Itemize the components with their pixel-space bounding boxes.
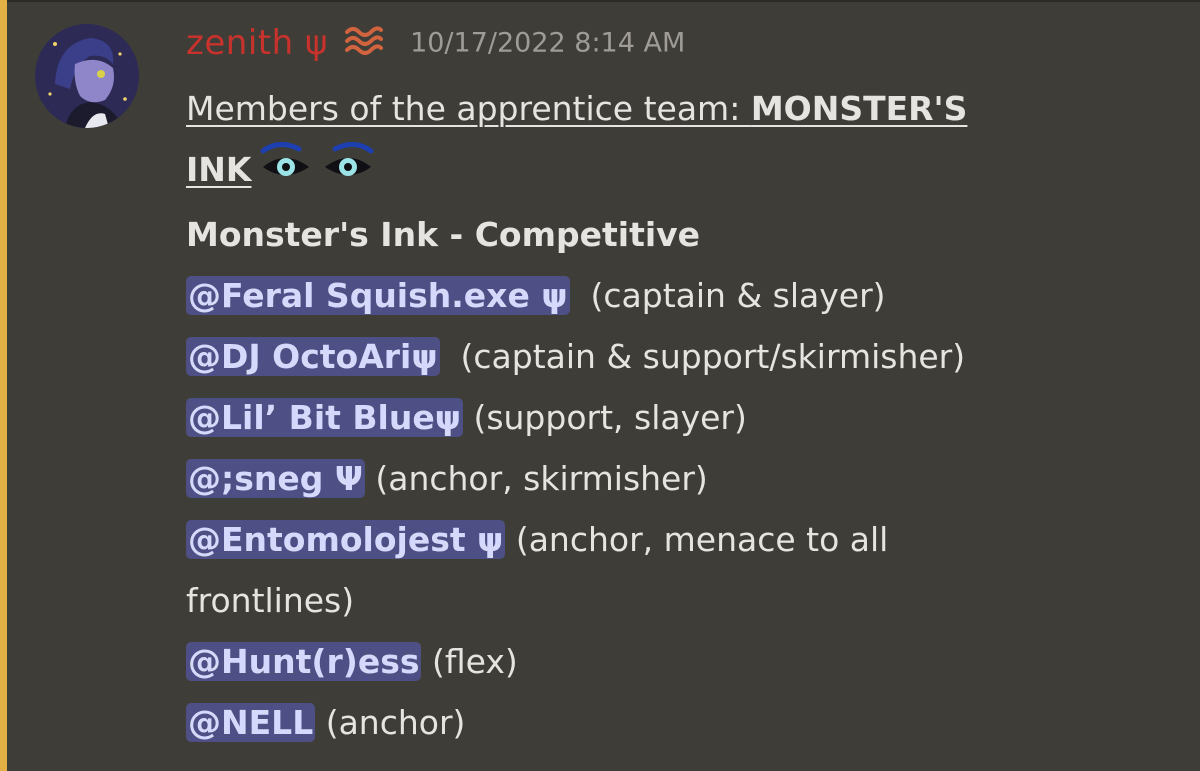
intro-line: Members of the apprentice team: MONSTER'… (186, 78, 1176, 139)
member-line: @;sneg Ψ (anchor, skirmisher) (186, 448, 1176, 509)
intro-text: Members of the apprentice team: (186, 89, 751, 128)
user-mention[interactable]: @Lil’ Bit Blueψ (186, 398, 463, 437)
wave-icon (343, 22, 383, 64)
member-role: (support, slayer) (462, 398, 747, 437)
user-mention[interactable]: @Feral Squish.exe ψ (186, 276, 570, 315)
user-mention[interactable]: @NELL (186, 703, 316, 742)
member-line: @NELL (anchor) (186, 692, 1176, 753)
message-header: zenith ψ 10/17/2022 8:14 AM (186, 22, 685, 72)
avatar[interactable] (35, 24, 139, 128)
eyes-emoji-icon (259, 139, 375, 204)
top-border (0, 0, 1200, 2)
message-content: Members of the apprentice team: MONSTER'… (186, 78, 1176, 753)
member-role: (captain & slayer) (569, 276, 886, 315)
member-line: @Hunt(r)ess (flex) (186, 631, 1176, 692)
team-name-line: INK (186, 139, 1176, 204)
member-role: (anchor) (315, 703, 466, 742)
member-role: (captain & support/skirmisher) (439, 337, 966, 376)
member-role: (anchor, menace to all (505, 520, 889, 559)
member-line: @DJ OctoAriψ (captain & support/skirmish… (186, 326, 1176, 387)
section-title: Monster's Ink - Competitive (186, 215, 701, 254)
member-line: @Lil’ Bit Blueψ (support, slayer) (186, 387, 1176, 448)
timestamp: 10/17/2022 8:14 AM (410, 27, 686, 59)
team-name-part1: MONSTER'S (750, 89, 968, 128)
user-mention[interactable]: @Entomolojest ψ (186, 520, 506, 559)
user-mention[interactable]: @DJ OctoAriψ (186, 337, 440, 376)
user-mention[interactable]: @Hunt(r)ess (186, 642, 422, 681)
member-role: (anchor, skirmisher) (364, 459, 708, 498)
username[interactable]: zenith ψ (186, 23, 328, 63)
member-line: @Feral Squish.exe ψ (captain & slayer) (186, 265, 1176, 326)
user-mention[interactable]: @;sneg Ψ (186, 459, 365, 498)
member-role-continued: frontlines) (186, 581, 355, 620)
member-role: (flex) (421, 642, 518, 681)
highlight-bar (0, 0, 7, 771)
member-line: @Entomolojest ψ (anchor, menace to all (186, 509, 1176, 570)
team-name-part2: INK (186, 150, 252, 189)
